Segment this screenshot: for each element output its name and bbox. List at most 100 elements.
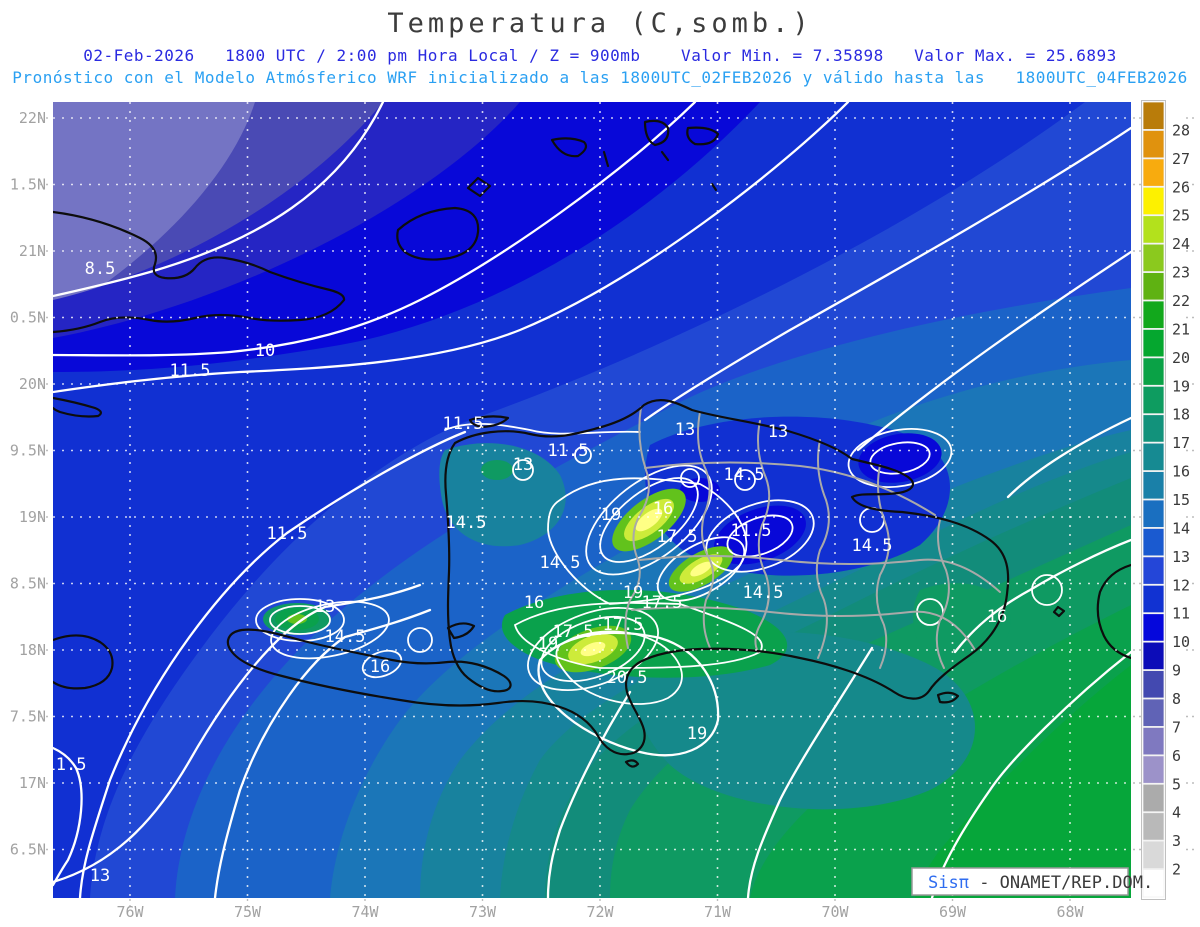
colorbar-cell	[1142, 670, 1165, 699]
contour-label: 19	[687, 724, 707, 744]
longitude-axis-labels: 76W 75W 74W 73W 72W 71W 70W 69W 68W	[116, 903, 1084, 921]
colorbar-cell	[1142, 812, 1165, 841]
y-tick-label: 21N	[19, 242, 46, 260]
contour-label: 13	[768, 422, 788, 442]
colorbar-cell	[1142, 556, 1165, 585]
attribution-text: Sisπ - ONAMET/REP.DOM.	[928, 873, 1153, 893]
contour-label: 16	[524, 593, 544, 613]
contour-label: 11.5	[443, 414, 484, 434]
colorbar-label: 16	[1172, 463, 1190, 481]
x-tick-label: 72W	[586, 903, 614, 921]
contour-label: 14.5	[540, 553, 581, 573]
colorbar-label: 4	[1172, 804, 1181, 822]
x-tick-label: 73W	[469, 903, 497, 921]
contour-label: 10	[255, 341, 275, 361]
colorbar-cell	[1142, 727, 1165, 756]
x-tick-label: 71W	[704, 903, 732, 921]
colorbar-label: 27	[1172, 150, 1190, 168]
y-tick-label: 19N	[19, 508, 46, 526]
contour-label: 17.5	[603, 615, 644, 635]
contour-label: 14.5	[325, 627, 366, 647]
contour-label: 14.5	[724, 465, 765, 485]
y-tick-label: 1.5N	[10, 176, 46, 194]
colorbar-label: 17	[1172, 434, 1190, 452]
colorbar-label: 19	[1172, 377, 1190, 395]
colorbar-cell	[1142, 243, 1165, 272]
x-tick-label: 74W	[351, 903, 379, 921]
colorbar-cell	[1142, 698, 1165, 727]
contour-label: 16	[987, 607, 1007, 627]
map-canvas: 8.51011.511.511.5131314.51611.511.51313 1…	[10, 100, 1194, 921]
contour-label: 11.5	[267, 524, 308, 544]
contour-label: 11.5	[170, 361, 211, 381]
contour-label: 17.5	[642, 593, 683, 613]
contour-label: 17.5	[553, 622, 594, 642]
x-tick-label: 69W	[939, 903, 967, 921]
contour-label: 14.5	[446, 513, 487, 533]
y-tick-label: 22N	[19, 109, 46, 127]
weather-map-page: Temperatura (C,somb.) 02-Feb-2026 1800 U…	[0, 0, 1200, 927]
contour-label: 11.5	[548, 441, 589, 461]
temperature-fill-field	[53, 102, 1131, 898]
colorbar-label: 7	[1172, 718, 1181, 736]
colorbar-label: 25	[1172, 207, 1190, 225]
colorbar-cell	[1142, 101, 1165, 130]
contour-label: 13	[90, 866, 110, 886]
colorbar-label: 2	[1172, 861, 1181, 879]
colorbar-label: 9	[1172, 662, 1181, 680]
x-tick-label: 70W	[821, 903, 849, 921]
colorbar-cell	[1142, 385, 1165, 415]
contour-label: 13	[675, 420, 695, 440]
contour-label: 14.5	[852, 536, 893, 556]
contour-label: 11.5	[731, 521, 772, 541]
nw-haiti-warm-spot	[481, 460, 513, 480]
colorbar-cell	[1142, 300, 1165, 329]
colorbar-label: 26	[1172, 178, 1190, 196]
y-tick-label: 17N	[19, 774, 46, 792]
contour-label: 16	[653, 499, 673, 519]
colorbar-cell	[1142, 499, 1165, 528]
contour-label: 13	[513, 455, 533, 475]
x-tick-label: 68W	[1056, 903, 1084, 921]
colorbar-label: 15	[1172, 491, 1190, 509]
colorbar-cell	[1142, 528, 1165, 557]
y-tick-label: 20N	[19, 375, 46, 393]
colorbar-cell	[1142, 755, 1165, 784]
colorbar-label: 24	[1172, 235, 1190, 253]
colorbar-cell	[1142, 357, 1165, 386]
colorbar-label: 22	[1172, 292, 1190, 310]
contour-label: 17.5	[657, 527, 698, 547]
colorbar-label: 11	[1172, 605, 1190, 623]
temperature-colorbar: 2827262524232221201918171615141312111098…	[1141, 100, 1190, 900]
x-tick-label: 75W	[234, 903, 262, 921]
colorbar-cell	[1142, 158, 1165, 187]
y-tick-label: 0.5N	[10, 309, 46, 327]
colorbar-cell	[1142, 641, 1165, 670]
colorbar-label: 5	[1172, 775, 1181, 793]
colorbar-label: 13	[1172, 548, 1190, 566]
colorbar-cell	[1142, 186, 1165, 216]
colorbar-cell	[1142, 272, 1165, 301]
colorbar-label: 20	[1172, 349, 1190, 367]
colorbar-label: 23	[1172, 264, 1190, 282]
colorbar-cell	[1142, 613, 1165, 642]
colorbar-cell	[1142, 840, 1165, 869]
colorbar-label: 12	[1172, 576, 1190, 594]
colorbar-cell	[1142, 584, 1165, 614]
x-tick-label: 76W	[116, 903, 144, 921]
contour-label: 13	[315, 597, 335, 617]
colorbar-cell	[1142, 471, 1165, 500]
colorbar-label: 6	[1172, 747, 1181, 765]
contour-label: 19	[538, 634, 558, 654]
colorbar-label: 28	[1172, 121, 1190, 139]
y-tick-label: 18N	[19, 641, 46, 659]
colorbar-cell	[1142, 130, 1165, 159]
colorbar-cell	[1142, 329, 1165, 358]
y-tick-label: 7.5N	[10, 708, 46, 726]
y-tick-label: 9.5N	[10, 442, 46, 460]
latitude-axis-labels: 22N 1.5N 21N 0.5N 20N 9.5N 19N 8.5N 18N 7.5N 17N 6.…	[10, 109, 46, 859]
colorbar-cell	[1142, 215, 1165, 244]
colorbar-cell	[1142, 414, 1165, 443]
attribution-box: Sisπ - ONAMET/REP.DOM.	[911, 867, 1153, 896]
colorbar-label: 10	[1172, 633, 1190, 651]
